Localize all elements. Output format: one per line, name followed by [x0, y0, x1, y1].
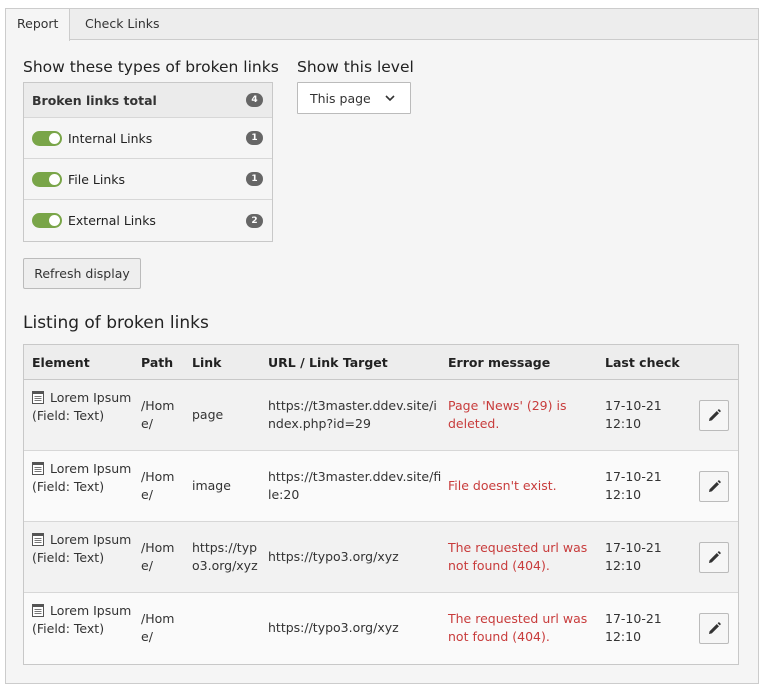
total-label: Broken links total: [32, 92, 157, 108]
col-error: Error message: [448, 355, 551, 370]
type-row-internal: Internal Links 1: [24, 118, 272, 159]
refresh-display-button[interactable]: Refresh display: [23, 258, 141, 289]
cell-element[interactable]: Lorem Ipsum (Field: Text): [32, 460, 132, 496]
broken-links-total-row: Broken links total 4: [24, 83, 272, 118]
cell-last-check: 17-10-21 12:10: [605, 611, 662, 644]
cell-url: https://t3master.ddev.site/file:20: [268, 469, 442, 502]
cell-path: /Home/: [141, 398, 175, 431]
link-types-heading: Show these types of broken links: [23, 58, 279, 76]
edit-button[interactable]: [699, 400, 729, 431]
element-title: Lorem Ipsum (Field: Text): [32, 603, 132, 636]
edit-button[interactable]: [699, 613, 729, 644]
cell-error: The requested url was not found (404).: [448, 540, 588, 573]
edit-button[interactable]: [699, 471, 729, 502]
pencil-icon: [709, 622, 721, 634]
cell-element[interactable]: Lorem Ipsum (Field: Text): [32, 602, 132, 638]
cell-url: https://typo3.org/xyz: [268, 620, 399, 635]
cell-url: https://t3master.ddev.site/index.php?id=…: [268, 398, 437, 431]
type-row-external: External Links 2: [24, 200, 272, 241]
total-count-badge: 4: [246, 93, 263, 107]
element-title: Lorem Ipsum (Field: Text): [32, 390, 132, 423]
cell-link: page: [192, 407, 224, 422]
type-row-file: File Links 1: [24, 159, 272, 200]
cell-path: /Home/: [141, 611, 175, 644]
tab-report[interactable]: Report: [6, 9, 71, 41]
element-title: Lorem Ipsum (Field: Text): [32, 461, 132, 494]
document-icon: [32, 462, 44, 475]
table-row: Lorem Ipsum (Field: Text) /Home/page https…: [24, 380, 738, 451]
type-label: File Links: [68, 171, 126, 187]
cell-path: /Home/: [141, 469, 175, 502]
cell-path: /Home/: [141, 540, 175, 573]
document-icon: [32, 533, 44, 546]
col-link: Link: [192, 355, 222, 370]
document-icon: [32, 604, 44, 617]
col-path: Path: [141, 355, 174, 370]
tab-bar: Report Check Links: [6, 9, 758, 41]
cell-error: File doesn't exist.: [448, 478, 557, 493]
chevron-down-icon: [385, 95, 395, 102]
pencil-icon: [709, 409, 721, 421]
cell-link: image: [192, 478, 231, 493]
cell-element[interactable]: Lorem Ipsum (Field: Text): [32, 389, 132, 425]
level-heading: Show this level: [297, 58, 414, 76]
cell-element[interactable]: Lorem Ipsum (Field: Text): [32, 531, 132, 567]
cell-error: Page 'News' (29) is deleted.: [448, 398, 567, 431]
count-badge: 2: [246, 213, 263, 228]
file-links-toggle[interactable]: [32, 171, 62, 187]
internal-links-toggle[interactable]: [32, 130, 62, 146]
col-last-check: Last check: [605, 355, 680, 370]
col-url: URL / Link Target: [268, 355, 388, 370]
level-selected-value: This page: [310, 90, 371, 106]
cell-last-check: 17-10-21 12:10: [605, 540, 662, 573]
broken-links-table: Element Path Link URL / Link Target Erro…: [23, 344, 739, 665]
count-badge: 1: [246, 131, 263, 145]
table-header: Element Path Link URL / Link Target Erro…: [24, 345, 738, 380]
linkvalidator-module: Report Check Links Show these types of b…: [5, 8, 759, 684]
pencil-icon: [709, 480, 721, 492]
type-label: Internal Links: [68, 130, 153, 146]
pencil-icon: [709, 551, 721, 563]
element-title: Lorem Ipsum (Field: Text): [32, 532, 132, 565]
tab-check-links[interactable]: Check Links: [74, 9, 171, 40]
count-badge: 1: [246, 172, 263, 186]
document-icon: [32, 391, 44, 404]
table-row: Lorem Ipsum (Field: Text) /Home/https://t…: [24, 522, 738, 593]
cell-last-check: 17-10-21 12:10: [605, 469, 662, 502]
listing-heading: Listing of broken links: [23, 313, 209, 333]
cell-error: The requested url was not found (404).: [448, 611, 588, 644]
table-row: Lorem Ipsum (Field: Text) /Home/https://t…: [24, 593, 738, 664]
table-body: Lorem Ipsum (Field: Text) /Home/page https…: [24, 380, 738, 664]
cell-link: https://typo3.org/xyz: [192, 540, 258, 573]
cell-last-check: 17-10-21 12:10: [605, 398, 662, 431]
col-element: Element: [32, 355, 90, 370]
edit-button[interactable]: [699, 542, 729, 573]
type-label: External Links: [68, 213, 156, 228]
level-select[interactable]: This page: [297, 82, 411, 114]
cell-url: https://typo3.org/xyz: [268, 549, 399, 564]
external-links-toggle[interactable]: [32, 213, 62, 228]
link-types-panel: Broken links total 4 Internal Links 1 Fi…: [23, 82, 273, 242]
table-row: Lorem Ipsum (Field: Text) /Home/image http…: [24, 451, 738, 522]
